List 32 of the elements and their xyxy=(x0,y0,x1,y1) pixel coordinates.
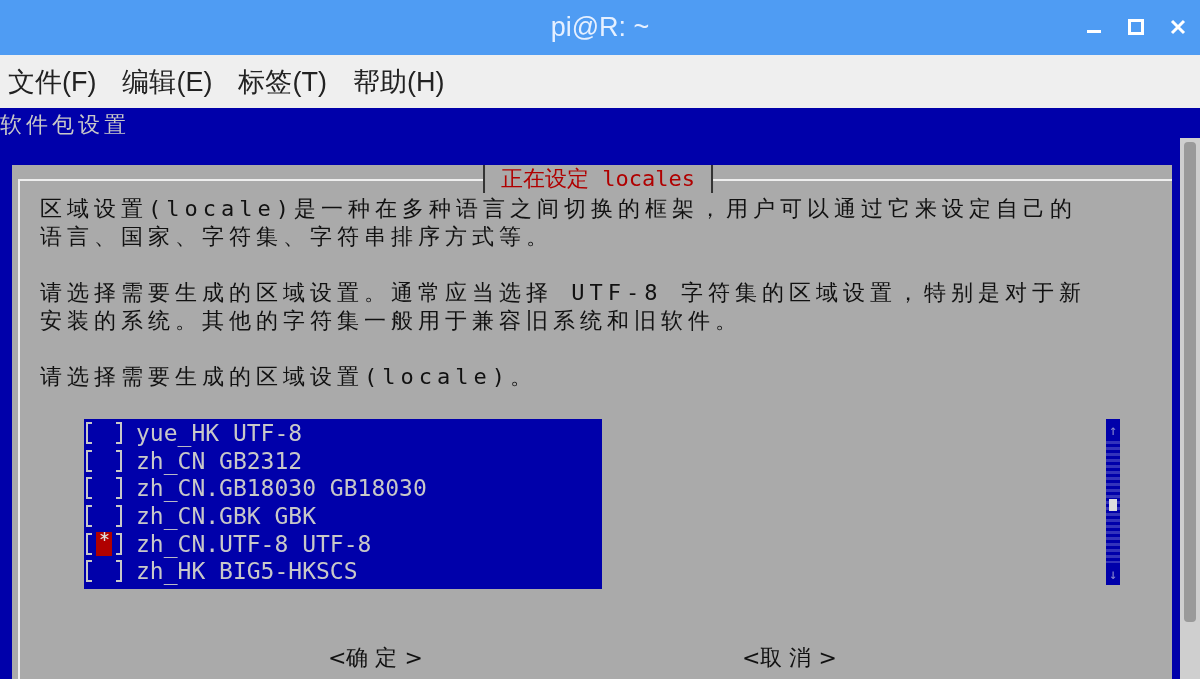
locale-option[interactable]: zh_CN GB2312 xyxy=(136,447,303,474)
dialog-text: 请选择需要生成的区域设置。通常应当选择 UTF-8 字符集的区域设置，特别是对于新安装的系统。其他的字符集一般用于兼容旧系统和旧软件。 xyxy=(40,279,1087,335)
backtitle: 软件包设置 xyxy=(0,111,131,139)
locale-option[interactable]: zh_CN.GBK GBK xyxy=(136,502,316,529)
locale-option[interactable]: zh_HK BIG5-HKSCS xyxy=(136,558,358,585)
checkbox[interactable] xyxy=(86,531,122,556)
menu-item[interactable]: 帮助(H) xyxy=(352,63,445,100)
list-scrollbar[interactable]: ↑ ↓ xyxy=(1106,419,1120,585)
scroll-thumb[interactable] xyxy=(1109,499,1117,511)
checkbox[interactable] xyxy=(86,448,122,473)
menu-item[interactable]: 编辑(E) xyxy=(122,63,213,100)
scroll-up-arrow[interactable]: ↑ xyxy=(1108,419,1118,441)
menu-item[interactable]: 标签(T) xyxy=(238,63,327,100)
checkbox[interactable] xyxy=(86,503,122,528)
locale-option[interactable]: zh_CN.GB18030 GB18030 xyxy=(136,475,427,502)
asterisk-icon xyxy=(99,531,109,541)
dialog-button[interactable]: <取 消 > xyxy=(742,643,1156,674)
maximize-icon[interactable] xyxy=(1128,19,1144,35)
checkbox[interactable] xyxy=(86,420,122,445)
menu-item[interactable]: 文件(F) xyxy=(8,63,97,100)
scroll-down-arrow[interactable]: ↓ xyxy=(1108,563,1118,585)
terminal-scrollbar[interactable] xyxy=(1172,138,1200,679)
checkbox[interactable] xyxy=(86,476,122,501)
locale-option[interactable]: zh_CN.UTF-8 UTF-8 xyxy=(136,530,372,557)
dialog-text: 请选择需要生成的区域设置(locale)。 xyxy=(40,363,538,391)
dialog-button[interactable]: <确 定 > xyxy=(328,643,742,674)
close-icon[interactable] xyxy=(1170,19,1186,35)
locale-option[interactable]: yue_HK UTF-8 xyxy=(136,419,303,446)
dialog-title: 正在设定 locales xyxy=(483,165,713,193)
checkbox[interactable] xyxy=(86,559,122,584)
dialog-text: 区域设置(locale)是一种在多种语言之间切换的框架，用户可以通过它来设定自己的语言、国家、字符集、字符串排序方式等。 xyxy=(40,195,1078,251)
window-title: pi@R: ~ xyxy=(550,12,650,43)
